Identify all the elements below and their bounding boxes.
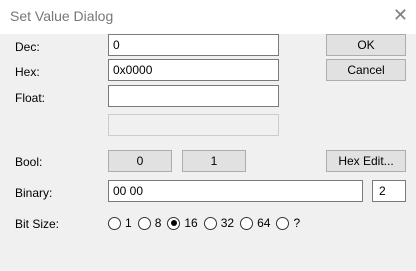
- radio-label: 32: [220, 216, 235, 230]
- disabled-field: [108, 114, 279, 136]
- hex-input[interactable]: 0x0000: [108, 59, 279, 81]
- radio-label: 8: [154, 216, 162, 230]
- float-label: Float:: [15, 91, 46, 105]
- byte-count-box: 2: [372, 180, 406, 202]
- cancel-button[interactable]: Cancel: [326, 59, 406, 81]
- binary-label: Binary:: [15, 186, 53, 200]
- radio-circle-icon: [137, 216, 151, 230]
- radio-label: 16: [184, 216, 198, 230]
- dialog-title: Set Value Dialog: [10, 8, 114, 24]
- bit-size-label: Bit Size:: [15, 217, 60, 231]
- radio-label: ?: [293, 216, 301, 230]
- radio-circle-icon: [108, 216, 121, 230]
- radio-circle-icon: [276, 216, 290, 230]
- set-value-dialog: Set Value Dialog ✕ Dec: 0 OK Hex: 0x0000…: [0, 0, 416, 271]
- dec-input[interactable]: 0: [108, 34, 279, 56]
- bit-size-radio-unknown[interactable]: ?: [276, 216, 300, 230]
- float-input[interactable]: [108, 85, 279, 107]
- bit-size-radio-64[interactable]: 64: [240, 216, 270, 230]
- radio-circle-icon: [240, 216, 254, 230]
- bit-size-radio-32[interactable]: 32: [203, 216, 235, 230]
- radio-circle-icon: [203, 216, 217, 230]
- bit-size-radio-group: 1 8 16 32 64 ?: [108, 214, 306, 232]
- close-icon[interactable]: ✕: [393, 5, 408, 26]
- ok-button[interactable]: OK: [326, 34, 406, 56]
- radio-circle-icon: [167, 216, 181, 230]
- binary-input[interactable]: 00 00: [108, 180, 363, 202]
- dialog-body: Dec: 0 OK Hex: 0x0000 Cancel Float: Bool…: [0, 34, 416, 271]
- title-bar: Set Value Dialog ✕: [0, 0, 416, 34]
- dec-label: Dec:: [15, 40, 40, 54]
- bool-true-button[interactable]: 1: [182, 150, 246, 172]
- bit-size-radio-8[interactable]: 8: [137, 216, 162, 230]
- hex-edit-button[interactable]: Hex Edit...: [326, 150, 406, 172]
- hex-label: Hex:: [15, 65, 40, 79]
- bit-size-radio-16[interactable]: 16: [167, 216, 198, 230]
- radio-label: 64: [257, 216, 271, 230]
- bool-label: Bool:: [15, 155, 43, 169]
- radio-label: 1: [125, 216, 132, 230]
- bit-size-radio-1[interactable]: 1: [108, 216, 132, 230]
- bool-false-button[interactable]: 0: [108, 150, 172, 172]
